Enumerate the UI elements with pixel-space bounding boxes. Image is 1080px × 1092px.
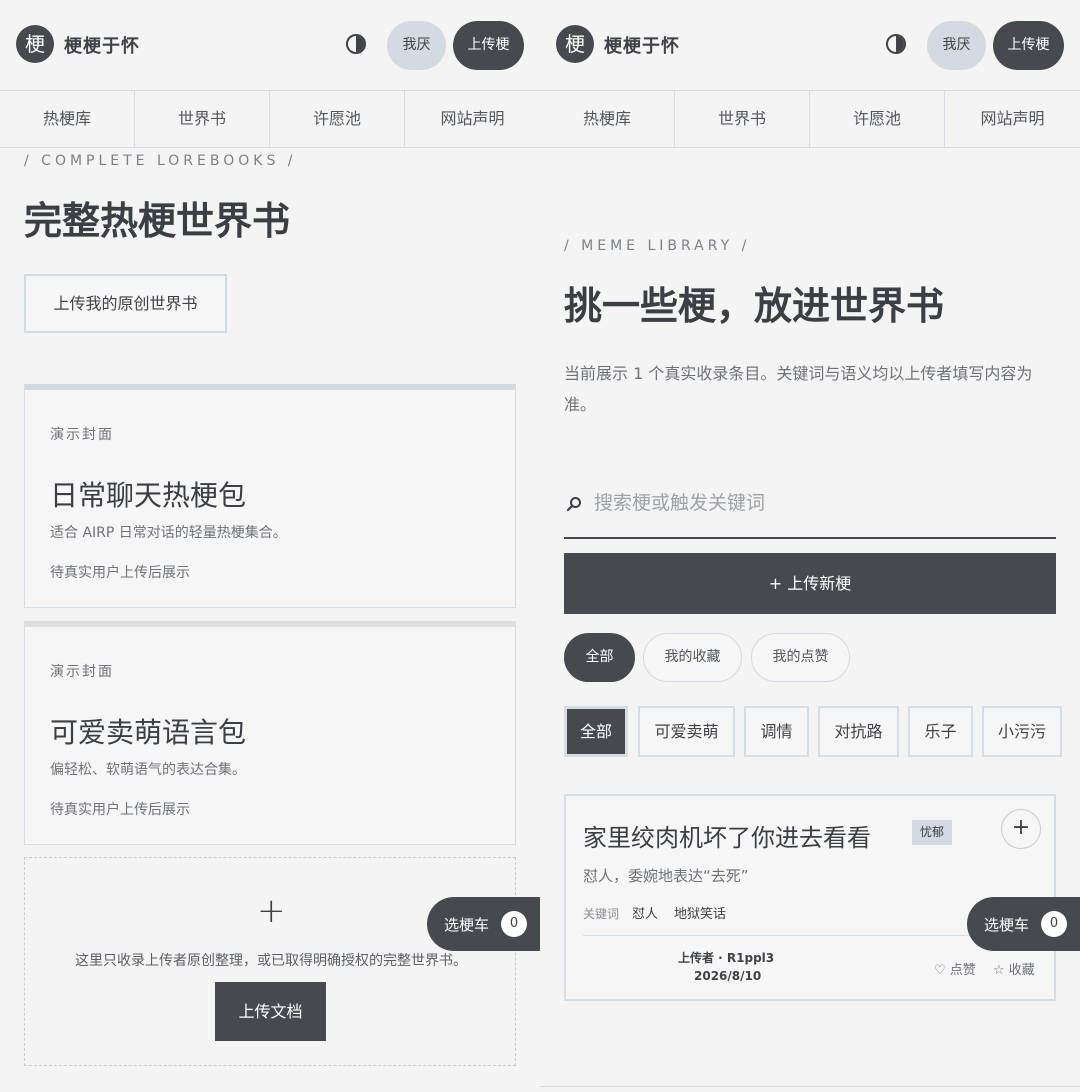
card-tag: 演示封面 [50, 427, 114, 443]
cart-count-badge: 0 [501, 911, 527, 937]
category-confront[interactable]: 对抗路 [818, 706, 899, 757]
site-title[interactable]: 梗梗于怀 [64, 32, 140, 58]
meme-meaning: 怼人，委婉地表达“去死” [583, 867, 749, 885]
site-logo[interactable]: 梗 [16, 25, 54, 63]
lorebook-card[interactable]: 演示封面 可爱卖萌语言包 偏轻松、软萌语气的表达合集。 待真实用户上传后展示 [24, 621, 516, 845]
keyword-tag[interactable]: 怼人 [632, 903, 658, 922]
nav-item-lorebook[interactable]: 世界书 [675, 91, 810, 147]
upload-document-button[interactable]: 上传文档 [215, 982, 326, 1041]
category-flirt[interactable]: 调情 [744, 706, 809, 757]
page-title: 完整热梗世界书 [24, 199, 291, 243]
filter-my-likes[interactable]: 我的点赞 [751, 633, 850, 682]
section-eyebrow: / MEME LIBRARY / [564, 238, 751, 254]
site-title[interactable]: 梗梗于怀 [604, 32, 680, 58]
nav-item-statement[interactable]: 网站声明 [405, 91, 540, 147]
main-nav: 热梗库 世界书 许愿池 网站声明 [540, 90, 1080, 148]
nav-item-wishing-pool[interactable]: 许愿池 [810, 91, 945, 147]
cart-label: 选梗车 [444, 916, 490, 934]
section-eyebrow: / COMPLETE LOREBOOKS / [24, 153, 297, 169]
nav-item-wishing-pool[interactable]: 许愿池 [270, 91, 405, 147]
search-bar [564, 472, 1056, 539]
cart-label: 选梗车 [984, 916, 1030, 934]
meme-card[interactable]: 家里绞肉机坏了你进去看看 忧郁 + 怼人，委婉地表达“去死” 关键词 怼人 地狱… [564, 794, 1056, 1001]
nav-item-statement[interactable]: 网站声明 [945, 91, 1080, 147]
cart-count-badge: 0 [1041, 911, 1067, 937]
favorite-button[interactable]: ☆ 收藏 [993, 959, 1035, 978]
upload-meme-button[interactable]: 上传梗 [453, 21, 524, 70]
main-nav: 热梗库 世界书 许愿池 网站声明 [0, 90, 540, 148]
search-input[interactable] [594, 486, 1044, 520]
plus-icon: + [257, 891, 286, 931]
site-header: 梗 梗梗于怀 我厌 上传梗 [0, 0, 540, 90]
lorebook-panel: 梗 梗梗于怀 我厌 上传梗 热梗库 世界书 许愿池 网站声明 / COMPLET… [0, 0, 540, 1092]
site-header: 梗 梗梗于怀 我厌 上传梗 [540, 0, 1080, 90]
site-logo[interactable]: 梗 [556, 25, 594, 63]
theme-toggle-icon[interactable] [886, 34, 906, 54]
nav-item-lorebook[interactable]: 世界书 [135, 91, 270, 147]
card-name: 可爱卖萌语言包 [50, 716, 247, 749]
lorebook-card[interactable]: 演示封面 日常聊天热梗包 适合 AIRP 日常对话的轻量热梗集合。 待真实用户上… [24, 384, 516, 608]
card-desc: 偏轻松、软萌语气的表达合集。 [50, 762, 246, 778]
card-status: 待真实用户上传后展示 [50, 802, 190, 818]
page-title: 挑一些梗，放进世界书 [564, 284, 945, 328]
dislike-button[interactable]: 我厌 [927, 21, 986, 70]
category-naughty[interactable]: 小污污 [982, 706, 1062, 757]
upload-meme-button[interactable]: 上传梗 [993, 21, 1064, 70]
keyword-tag[interactable]: 地狱笑话 [674, 903, 726, 922]
keywords-label: 关键词 [583, 907, 620, 921]
upload-new-meme-button[interactable]: + 上传新梗 [564, 553, 1056, 614]
mood-badge: 忧郁 [912, 820, 953, 845]
meme-library-panel: 梗 梗梗于怀 我厌 上传梗 热梗库 世界书 许愿池 网站声明 / MEME LI… [540, 0, 1080, 1092]
meme-cart-button[interactable]: 选梗车 0 [967, 897, 1080, 951]
filter-my-favorites[interactable]: 我的收藏 [643, 633, 742, 682]
like-button[interactable]: ♡ 点赞 [934, 959, 976, 978]
category-fun[interactable]: 乐子 [908, 706, 973, 757]
uploader: 上传者 · R1ppl3 [678, 951, 775, 965]
meme-cart-button[interactable]: 选梗车 0 [427, 897, 540, 951]
nav-item-meme-library[interactable]: 热梗库 [0, 91, 135, 147]
card-name: 日常聊天热梗包 [50, 479, 247, 512]
upload-drop-zone[interactable]: + 这里只收录上传者原创整理，或已取得明确授权的完整世界书。 上传文档 [24, 857, 516, 1066]
category-all[interactable]: 全部 [564, 706, 628, 757]
nav-item-meme-library[interactable]: 热梗库 [540, 91, 675, 147]
card-status: 待真实用户上传后展示 [50, 565, 190, 581]
category-cute[interactable]: 可爱卖萌 [638, 706, 735, 757]
dislike-button[interactable]: 我厌 [387, 21, 446, 70]
filter-all[interactable]: 全部 [564, 633, 635, 682]
search-icon [566, 497, 581, 512]
card-tag: 演示封面 [50, 664, 114, 680]
upload-date: 2026/8/10 [694, 969, 762, 983]
meme-title: 家里绞肉机坏了你进去看看 [583, 824, 871, 852]
theme-toggle-icon[interactable] [346, 34, 366, 54]
upload-lorebook-button[interactable]: 上传我的原创世界书 [24, 274, 227, 333]
drop-zone-text: 这里只收录上传者原创整理，或已取得明确授权的完整世界书。 [75, 953, 467, 969]
divider [540, 1086, 1080, 1087]
page-intro: 当前展示 1 个真实收录条目。关键词与语义均以上传者填写内容为准。 [564, 364, 1033, 414]
add-to-cart-button[interactable]: + [1001, 809, 1041, 849]
card-desc: 适合 AIRP 日常对话的轻量热梗集合。 [50, 525, 287, 541]
